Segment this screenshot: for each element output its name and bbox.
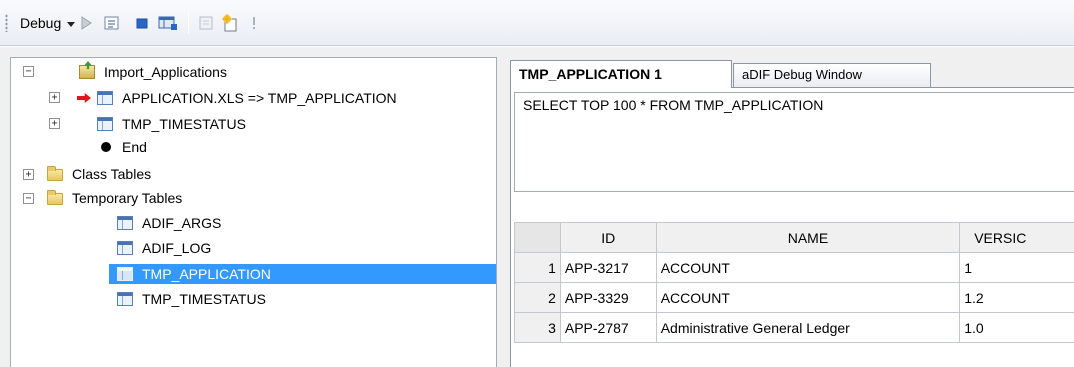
cell-name[interactable]: Administrative General Ledger — [655, 312, 961, 343]
table-row[interactable]: 1 APP-3217 ACCOUNT 1 — [514, 252, 1074, 283]
tree-item-label: ADIF_ARGS — [142, 215, 222, 231]
folder-icon — [47, 166, 63, 181]
properties-icon[interactable] — [196, 13, 216, 33]
folder-temporary-tables[interactable]: Temporary Tables — [47, 188, 185, 208]
current-step-arrow-icon — [77, 93, 91, 103]
tree-item-application-xls[interactable]: APPLICATION.XLS => TMP_APPLICATION — [77, 88, 400, 108]
folder-class-tables[interactable]: Class Tables — [47, 164, 154, 184]
row-number[interactable]: 2 — [514, 282, 561, 313]
cell-version[interactable]: 1.0 — [959, 312, 1074, 343]
table-icon — [117, 267, 133, 281]
tree-item-adif-log[interactable]: ADIF_LOG — [117, 238, 214, 258]
tree-item-label: TMP_TIMESTATUS — [122, 116, 246, 132]
stop-icon[interactable] — [132, 13, 152, 33]
tab-label: aDIF Debug Window — [742, 67, 862, 82]
cell-name[interactable]: ACCOUNT — [655, 252, 961, 283]
folder-label: Temporary Tables — [72, 190, 183, 206]
table-row[interactable]: 3 APP-2787 Administrative General Ledger… — [514, 312, 1074, 343]
breakpoint-list-icon[interactable] — [158, 13, 178, 33]
results-panel: TMP_APPLICATION 1 aDIF Debug Window SELE… — [510, 57, 1074, 367]
tree-root[interactable]: Import_Applications — [79, 62, 230, 82]
tree-item-tmp-timestatus[interactable]: TMP_TIMESTATUS — [97, 114, 249, 134]
expand-toggle[interactable]: + — [49, 92, 60, 103]
process-tree[interactable]: − Import_Applications + APPLICATION.XLS … — [10, 57, 497, 367]
collapse-toggle[interactable]: − — [23, 66, 34, 77]
row-number[interactable]: 1 — [514, 252, 561, 283]
sql-query-text: SELECT TOP 100 * FROM TMP_APPLICATION — [523, 97, 824, 113]
row-number-header[interactable] — [514, 222, 561, 253]
expand-toggle[interactable]: + — [49, 118, 60, 129]
cell-version[interactable]: 1 — [959, 252, 1074, 283]
tree-root-label: Import_Applications — [104, 64, 227, 80]
cell-name[interactable]: ACCOUNT — [655, 282, 961, 313]
toolbar: Debug — [0, 0, 1074, 46]
results-grid[interactable]: ID NAME VERSIC 1 APP-3217 ACCOUNT 1 2 AP… — [514, 222, 1074, 343]
tab-content: SELECT TOP 100 * FROM TMP_APPLICATION ID… — [510, 87, 1074, 367]
column-header-version[interactable]: VERSIC — [959, 222, 1074, 253]
tree-item-end[interactable]: End — [99, 137, 150, 157]
workspace: − Import_Applications + APPLICATION.XLS … — [0, 47, 1074, 367]
table-row[interactable]: 2 APP-3329 ACCOUNT 1.2 — [514, 282, 1074, 313]
tree-item-label: APPLICATION.XLS => TMP_APPLICATION — [122, 90, 397, 106]
tree-item-label: ADIF_LOG — [142, 240, 212, 256]
table-icon — [117, 241, 133, 255]
cell-version[interactable]: 1.2 — [959, 282, 1074, 313]
tab-tmp-application-1[interactable]: TMP_APPLICATION 1 — [510, 60, 732, 88]
info-icon[interactable] — [244, 13, 264, 33]
folder-icon — [47, 190, 63, 205]
toolbar-grip[interactable] — [5, 14, 8, 32]
table-icon — [117, 216, 133, 230]
step-into-icon[interactable] — [102, 13, 122, 33]
column-header-name[interactable]: NAME — [655, 222, 961, 253]
cell-id[interactable]: APP-3329 — [559, 282, 657, 313]
cell-id[interactable]: APP-2787 — [559, 312, 657, 343]
tree-item-tmp-application[interactable]: TMP_APPLICATION — [109, 264, 496, 284]
cell-id[interactable]: APP-3217 — [559, 252, 657, 283]
tree-item-tmp-timestatus-temp[interactable]: TMP_TIMESTATUS — [117, 289, 269, 309]
toolbar-separator — [188, 12, 189, 34]
play-icon[interactable] — [76, 13, 96, 33]
tree-item-label: TMP_APPLICATION — [142, 266, 271, 282]
tree-item-label: TMP_TIMESTATUS — [142, 291, 266, 307]
table-icon — [97, 91, 113, 105]
debug-menu-button[interactable]: Debug — [14, 11, 81, 35]
table-icon — [97, 117, 113, 131]
tree-item-adif-args[interactable]: ADIF_ARGS — [117, 213, 224, 233]
debug-label: Debug — [20, 15, 62, 31]
tree-item-label: End — [122, 139, 147, 155]
row-number[interactable]: 3 — [514, 312, 561, 343]
tab-label: TMP_APPLICATION 1 — [519, 66, 662, 82]
table-icon — [117, 292, 133, 306]
collapse-toggle[interactable]: − — [23, 193, 34, 204]
new-item-icon[interactable] — [220, 13, 240, 33]
expand-toggle[interactable]: + — [23, 169, 34, 180]
tab-adif-debug-window[interactable]: aDIF Debug Window — [733, 63, 931, 87]
process-icon — [79, 65, 95, 79]
chevron-down-icon — [67, 21, 76, 27]
sql-editor[interactable]: SELECT TOP 100 * FROM TMP_APPLICATION — [514, 92, 1074, 192]
column-header-id[interactable]: ID — [559, 222, 657, 253]
end-dot-icon — [101, 142, 111, 152]
folder-label: Class Tables — [72, 166, 152, 182]
